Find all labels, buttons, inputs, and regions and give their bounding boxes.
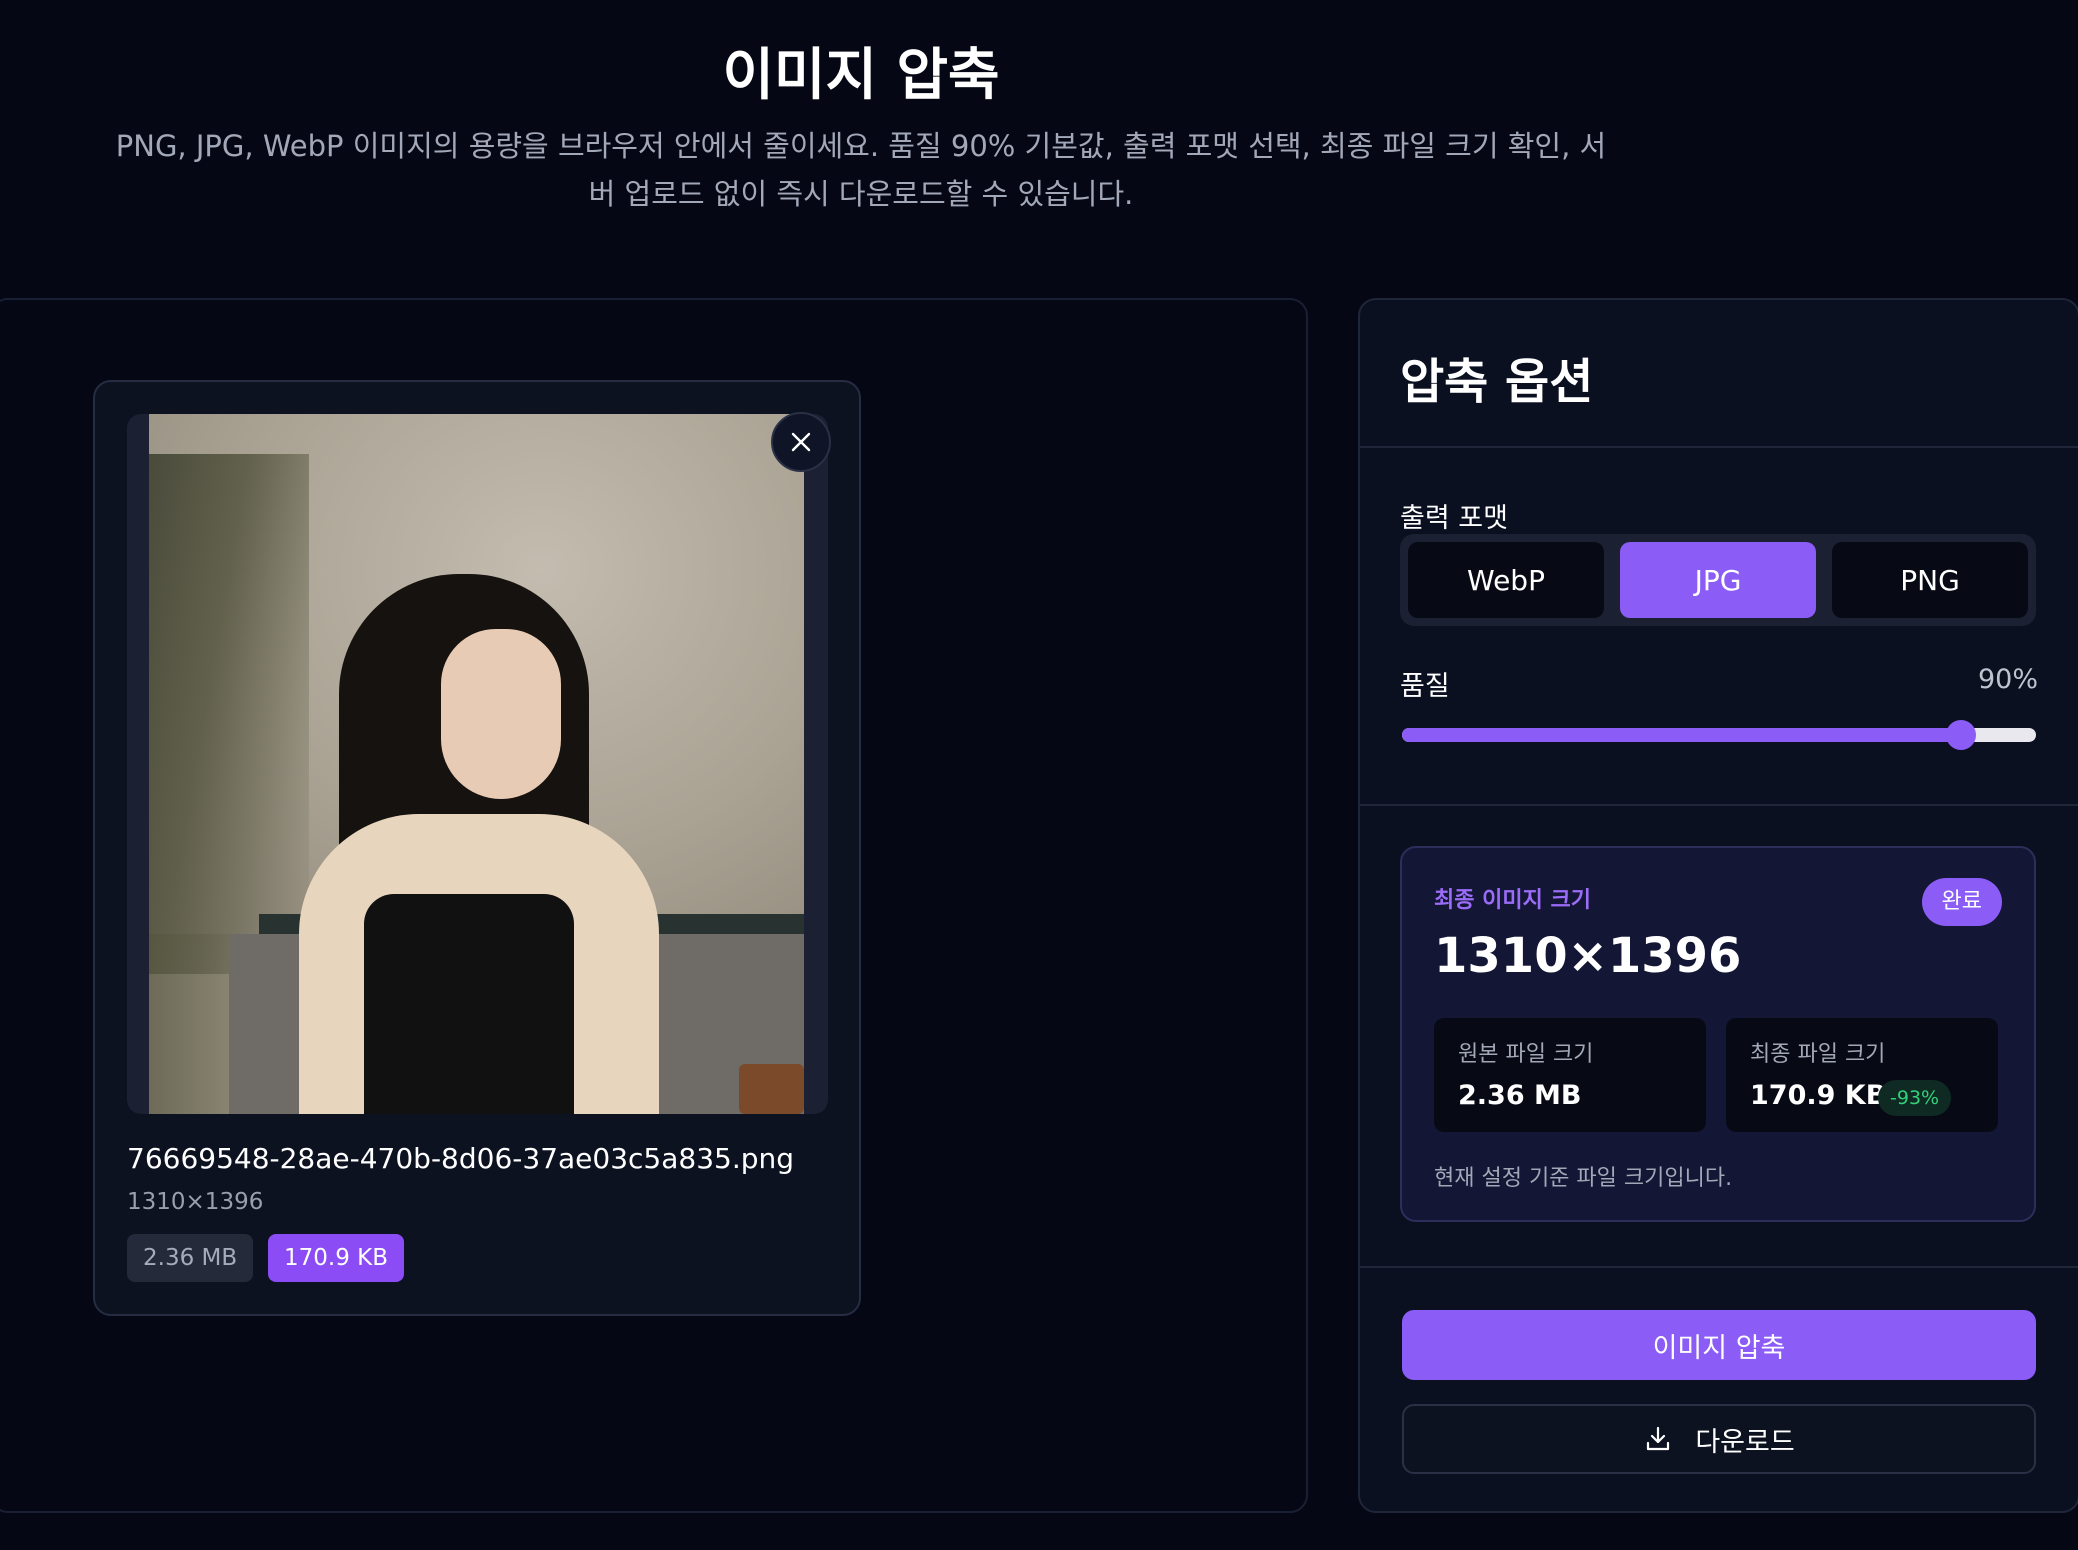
file-name: 76669548-28ae-470b-8d06-37ae03c5a835.png [127,1142,795,1175]
original-size-chip: 2.36 MB [127,1234,254,1282]
original-size-label: 원본 파일 크기 [1458,1042,1594,1067]
compress-button[interactable]: 이미지 압축 [1402,1310,2036,1380]
final-size-value: 170.9 KB [1750,1080,1887,1111]
file-card: 76669548-28ae-470b-8d06-37ae03c5a835.png… [93,380,861,1316]
divider [1360,804,2078,806]
page-description: PNG, JPG, WebP 이미지의 용량을 브라우저 안에서 줄이세요. 품… [85,122,1637,218]
result-note: 현재 설정 기준 파일 크기입니다. [1434,1166,1733,1191]
result-summary: 최종 이미지 크기 완료 1310×1396 원본 파일 크기 2.36 MB … [1400,846,2036,1222]
download-button[interactable]: 다운로드 [1402,1404,2036,1474]
final-size-stat: 최종 파일 크기 170.9 KB -93% [1726,1018,1998,1132]
download-label: 다운로드 [1695,1426,1795,1458]
final-size-label: 최종 파일 크기 [1750,1042,1886,1067]
result-label: 최종 이미지 크기 [1434,888,1591,913]
format-label: 출력 포맷 [1400,503,1508,534]
format-option-webp[interactable]: WebP [1408,542,1604,618]
quality-label: 품질 [1400,671,1450,702]
original-size-stat: 원본 파일 크기 2.36 MB [1434,1018,1706,1132]
page-title: 이미지 압축 [722,43,1000,108]
format-option-jpg[interactable]: JPG [1620,542,1816,618]
image-preview-frame [127,414,828,1114]
quality-value: 90% [1977,664,2038,695]
savings-badge: -93% [1878,1080,1952,1116]
status-badge: 완료 [1921,878,2002,926]
page-description-line-1: PNG, JPG, WebP 이미지의 용량을 브라우저 안에서 줄이세요. 품… [115,129,1607,163]
compression-options-panel: 압축 옵션 출력 포맷 WebP JPG PNG 품질 90% 최종 이미지 크… [1358,298,2078,1513]
format-option-png[interactable]: PNG [1832,542,2028,618]
close-icon [791,432,811,452]
page: 이미지 압축 PNG, JPG, WebP 이미지의 용량을 브라우저 안에서 … [0,0,2078,1550]
image-preview [149,414,804,1114]
divider [1360,1266,2078,1268]
compressed-size-chip: 170.9 KB [268,1234,405,1282]
original-size-value: 2.36 MB [1458,1080,1582,1111]
panel-title: 압축 옵션 [1400,354,1594,410]
quality-slider-thumb[interactable] [1946,720,1976,750]
remove-image-button[interactable] [771,412,831,472]
page-description-line-2: 버 업로드 없이 즉시 다운로드할 수 있습니다. [588,177,1134,211]
quality-slider-fill [1402,728,1961,742]
result-dimensions: 1310×1396 [1434,928,1742,984]
format-selector: WebP JPG PNG [1400,534,2036,626]
quality-slider[interactable] [1402,720,2036,750]
download-icon [1647,1426,1670,1451]
file-dimensions: 1310×1396 [127,1189,264,1215]
divider [1360,446,2078,448]
